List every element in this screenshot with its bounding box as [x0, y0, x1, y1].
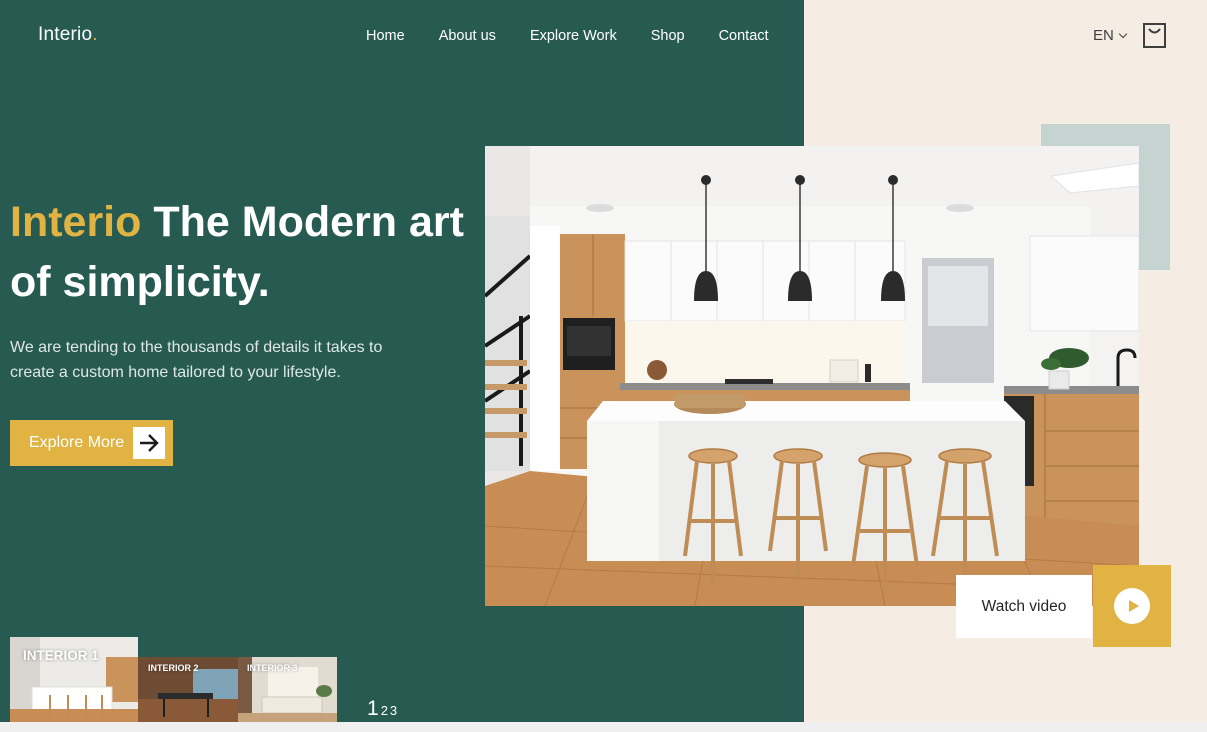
- nav-item-shop[interactable]: Shop: [651, 28, 685, 44]
- thumbnail-interior-2[interactable]: INTERIOR 2: [138, 657, 238, 722]
- thumbnail-label-3: INTERIOR 3: [247, 663, 298, 673]
- shopping-bag-icon[interactable]: [1143, 23, 1166, 48]
- main-nav: Home About us Explore Work Shop Contact: [366, 28, 769, 44]
- play-video-button[interactable]: [1093, 565, 1171, 647]
- brand-name: Interio: [38, 24, 93, 45]
- landing-page: Interio. Home About us Explore Work Shop…: [0, 0, 1207, 722]
- page-indicator-3[interactable]: 3: [390, 703, 397, 718]
- watch-video-label: Watch video: [981, 597, 1067, 615]
- thumbnail-label-1: INTERIOR 1: [23, 648, 99, 663]
- page-indicator-active[interactable]: 1: [367, 697, 379, 721]
- watch-video-button[interactable]: Watch video: [956, 575, 1092, 638]
- thumbnail-label-2: INTERIOR 2: [148, 663, 199, 673]
- arrow-right-icon: [133, 427, 165, 459]
- hero-title-accent: Interio: [10, 198, 142, 246]
- chevron-down-icon: [1118, 29, 1128, 38]
- brand-dot: .: [92, 24, 98, 45]
- brand-logo[interactable]: Interio.: [38, 24, 98, 46]
- nav-item-contact[interactable]: Contact: [719, 28, 769, 44]
- slide-pagination: 1 2 3: [367, 697, 397, 721]
- explore-more-label: Explore More: [29, 434, 125, 451]
- nav-item-explore-work[interactable]: Explore Work: [530, 28, 617, 44]
- thumbnail-interior-3[interactable]: INTERIOR 3: [238, 657, 337, 722]
- page-indicator-2[interactable]: 2: [381, 703, 388, 718]
- page-bottom-strip: [0, 722, 1207, 732]
- thumbnail-interior-1[interactable]: INTERIOR 1: [10, 637, 138, 722]
- language-label: EN: [1093, 27, 1114, 44]
- explore-more-button[interactable]: Explore More: [10, 420, 173, 466]
- hero-kitchen-image: [485, 146, 1139, 606]
- play-triangle: [1128, 600, 1139, 612]
- language-selector[interactable]: EN: [1093, 27, 1128, 44]
- hero-description: We are tending to the thousands of detai…: [10, 339, 383, 381]
- nav-item-home[interactable]: Home: [366, 28, 405, 44]
- hero-title: Interio The Modern art of simplicity.: [10, 192, 480, 312]
- play-icon: [1114, 588, 1150, 624]
- nav-item-about-us[interactable]: About us: [439, 28, 496, 44]
